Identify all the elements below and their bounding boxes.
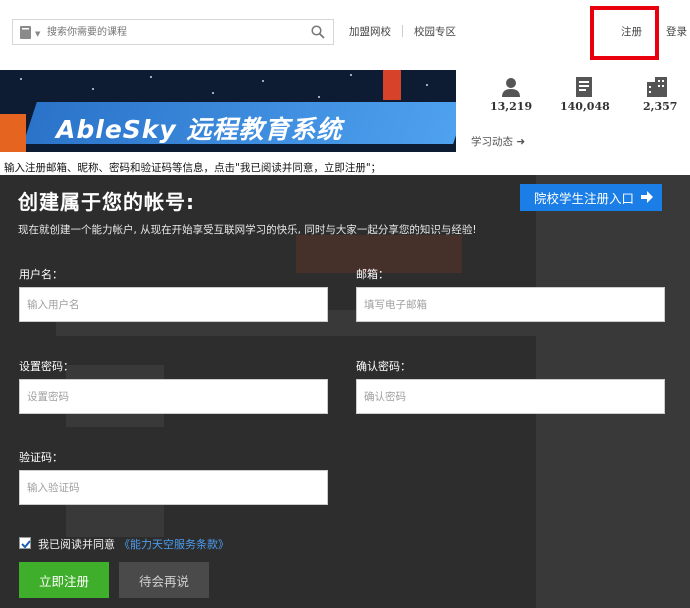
document-icon	[576, 77, 592, 97]
student-register-entry-button[interactable]: 院校学生注册入口	[520, 184, 662, 211]
later-button[interactable]: 待会再说	[119, 562, 209, 598]
confirm-password-label: 确认密码：	[356, 360, 411, 373]
user-icon	[502, 78, 520, 97]
checkmark-icon	[21, 540, 31, 549]
captcha-label: 验证码：	[19, 451, 63, 464]
password-input[interactable]	[19, 379, 328, 414]
confirm-password-input[interactable]	[356, 379, 665, 414]
terms-link[interactable]: 《能力天空服务条款》	[119, 536, 229, 552]
caret-down-icon[interactable]: ▼	[35, 31, 40, 38]
email-label: 邮箱：	[356, 268, 389, 281]
star-decor	[150, 76, 152, 78]
star-decor	[350, 74, 352, 76]
top-bar: ▼ 加盟网校 校园专区 注册 登录	[0, 0, 690, 64]
captcha-input[interactable]	[19, 470, 328, 505]
banner-decor	[0, 114, 26, 152]
login-link[interactable]: 登录	[666, 24, 687, 39]
star-decor	[92, 88, 94, 90]
stat-courses-count: 140,048	[560, 100, 610, 113]
star-decor	[318, 96, 320, 98]
star-decor	[212, 92, 214, 94]
nav-campus-zone[interactable]: 校园专区	[414, 24, 456, 39]
arrow-right-icon	[641, 191, 653, 203]
stat-users-count: 13,219	[490, 100, 533, 113]
register-highlight-box	[590, 6, 659, 60]
student-register-entry-label: 院校学生注册入口	[534, 191, 635, 206]
nav-join-school[interactable]: 加盟网校	[349, 24, 391, 39]
search-icon[interactable]	[311, 25, 325, 39]
agree-text: 我已阅读并同意	[38, 538, 115, 551]
star-decor	[20, 78, 22, 80]
stat-schools-count: 2,357	[643, 100, 678, 113]
agree-checkbox[interactable]	[19, 537, 31, 549]
banner-logo-text: AbleSky 远程教育系统	[56, 115, 343, 144]
search-box[interactable]: ▼	[12, 19, 334, 45]
star-decor	[262, 80, 264, 82]
register-now-button[interactable]: 立即注册	[19, 562, 109, 598]
email-input[interactable]	[356, 287, 665, 322]
username-input[interactable]	[19, 287, 328, 322]
book-icon[interactable]	[20, 26, 31, 39]
nav-divider	[402, 25, 403, 37]
banner-decor	[383, 70, 401, 100]
learning-activity-link[interactable]: 学习动态 ➜	[471, 134, 525, 149]
instruction-text: 输入注册邮箱、昵称、密码和验证码等信息，点击"我已阅读并同意，立即注册"；	[4, 162, 382, 174]
password-label: 设置密码：	[19, 360, 74, 373]
modal-title: 创建属于您的帐号:	[18, 190, 195, 214]
search-input[interactable]	[47, 23, 297, 41]
star-decor	[426, 84, 428, 86]
username-label: 用户名：	[19, 268, 63, 281]
banner[interactable]: AbleSky 远程教育系统	[0, 70, 456, 152]
modal-subtitle: 现在就创建一个能力帐户, 从现在开始享受互联网学习的快乐, 同时与大家一起分享您…	[18, 224, 477, 236]
building-icon	[647, 77, 667, 97]
